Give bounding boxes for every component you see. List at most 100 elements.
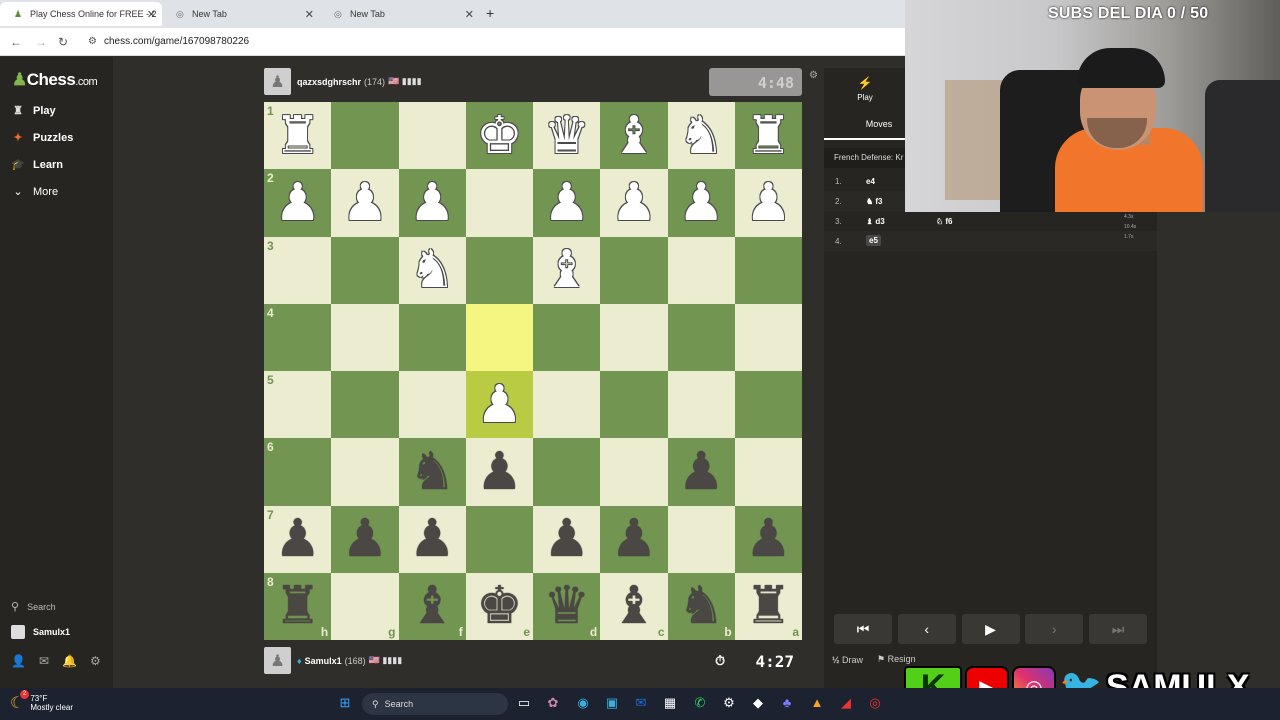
board-square[interactable]: ♝ <box>600 102 668 170</box>
board-square[interactable] <box>533 303 601 371</box>
copilot-icon[interactable]: ✿ <box>545 695 561 711</box>
black-bishop-piece[interactable]: ♝ <box>600 573 667 640</box>
last-move-button[interactable]: ⏭ <box>1089 614 1147 644</box>
board-square[interactable] <box>465 303 533 371</box>
avatar[interactable]: ♟ <box>264 647 291 674</box>
board-square[interactable]: ♟ <box>398 505 466 573</box>
board-square[interactable]: 2 ♟ <box>264 169 332 237</box>
board-square[interactable]: ♟ <box>465 438 533 506</box>
next-move-button[interactable]: › <box>1025 614 1084 644</box>
black-pawn-piece[interactable]: ♟ <box>264 506 331 573</box>
store-icon[interactable]: ▦ <box>662 695 678 711</box>
board-square[interactable]: 4 <box>264 303 332 371</box>
white-rook-piece[interactable]: ♜ <box>264 102 331 169</box>
white-rook-piece[interactable]: ♜ <box>735 102 802 169</box>
board-square[interactable]: ♞ <box>398 438 466 506</box>
black-knight-piece[interactable]: ♞ <box>399 438 466 505</box>
white-king-piece[interactable]: ♚ <box>466 102 533 169</box>
first-move-button[interactable]: ⏮ <box>834 614 892 644</box>
board-square[interactable] <box>734 371 802 439</box>
board-square[interactable]: 6 <box>264 438 332 506</box>
board-square[interactable]: c ♝ <box>600 572 668 640</box>
board-square[interactable] <box>667 303 735 371</box>
board-square[interactable] <box>667 236 735 304</box>
black-pawn-piece[interactable]: ♟ <box>399 506 466 573</box>
board-square[interactable]: ♟ <box>533 505 601 573</box>
back-icon[interactable]: ← <box>10 35 22 49</box>
board-square[interactable]: ♟ <box>533 169 601 237</box>
black-pawn-piece[interactable]: ♟ <box>735 506 802 573</box>
white-pawn-piece[interactable]: ♟ <box>668 169 735 236</box>
url-field[interactable]: chess.com/game/167098780226 <box>104 36 249 47</box>
board-square[interactable]: ♞ <box>398 236 466 304</box>
white-move[interactable]: ♞ f3 <box>866 197 883 206</box>
messages-icon[interactable]: ✉ <box>39 654 49 668</box>
draw-button[interactable]: ½ Draw <box>832 655 863 665</box>
chess-board[interactable]: 1 ♜ ♚ ♛ ♝ ♞ ♜ 2 ♟ ♟ ♟ ♟ ♟ ♟ ♟ 3 ♞ ♝ 4 5 ♟ 6 ♞ ♟ ♟ 7 ♟ ♟ ♟ ♟ ♟ ♟ 8 h ♜ g f ♝ e ♚… <box>264 102 802 640</box>
board-square[interactable] <box>600 303 668 371</box>
board-square[interactable]: ♟ <box>331 505 399 573</box>
board-square[interactable] <box>734 303 802 371</box>
browser-tab-new-1[interactable]: ◎ New Tab ✕ <box>162 2 320 26</box>
board-square[interactable] <box>465 236 533 304</box>
board-square[interactable] <box>398 102 466 170</box>
board-square[interactable] <box>331 371 399 439</box>
teams-icon[interactable]: ♣ <box>779 695 795 711</box>
white-move[interactable]: ♝ d3 <box>866 217 885 226</box>
board-square[interactable]: ♟ <box>600 505 668 573</box>
site-info-icon[interactable]: ⚙ <box>88 36 97 47</box>
black-knight-piece[interactable]: ♞ <box>668 573 735 640</box>
board-square[interactable]: ♟ <box>734 169 802 237</box>
whatsapp-icon[interactable]: ✆ <box>692 695 708 711</box>
board-square[interactable] <box>331 236 399 304</box>
board-square[interactable] <box>667 371 735 439</box>
game-icon[interactable]: ◆ <box>750 695 766 711</box>
board-settings-icon[interactable]: ⚙ <box>809 70 818 81</box>
board-square[interactable] <box>465 505 533 573</box>
white-move[interactable]: e4 <box>866 177 875 186</box>
white-pawn-piece[interactable]: ♟ <box>331 169 398 236</box>
resign-button[interactable]: ⚑ Resign <box>877 654 916 665</box>
monitor-icon[interactable]: ▣ <box>604 695 620 711</box>
white-pawn-piece[interactable]: ♟ <box>399 169 466 236</box>
board-square[interactable] <box>734 236 802 304</box>
board-square[interactable]: ♛ <box>533 102 601 170</box>
board-square[interactable]: ♟ <box>667 169 735 237</box>
windows-start-icon[interactable]: ⊞ <box>337 695 353 711</box>
black-rook-piece[interactable]: ♜ <box>264 573 331 640</box>
app-icon-2[interactable]: ◢ <box>838 695 854 711</box>
black-pawn-piece[interactable]: ♟ <box>466 438 533 505</box>
board-square[interactable]: 5 <box>264 371 332 439</box>
board-square[interactable]: ♟ <box>465 371 533 439</box>
white-pawn-piece[interactable]: ♟ <box>600 169 667 236</box>
close-icon[interactable]: ✕ <box>147 8 156 21</box>
player-name[interactable]: qazxsdghrschr <box>297 77 361 87</box>
black-pawn-piece[interactable]: ♟ <box>331 506 398 573</box>
board-square[interactable]: ♟ <box>734 505 802 573</box>
steam-icon[interactable]: ⚙ <box>721 695 737 711</box>
board-square[interactable]: ♟ <box>600 169 668 237</box>
bell-icon[interactable]: 🔔 <box>62 654 77 668</box>
player-name[interactable]: Samulx1 <box>305 656 342 666</box>
board-square[interactable]: ♟ <box>398 169 466 237</box>
task-view-icon[interactable]: ▭ <box>516 695 532 711</box>
close-icon[interactable]: ✕ <box>305 8 314 21</box>
board-square[interactable] <box>600 371 668 439</box>
board-square[interactable]: ♝ <box>533 236 601 304</box>
chess-logo[interactable]: ♟Chess.com <box>12 70 98 90</box>
board-square[interactable]: ♞ <box>667 102 735 170</box>
white-queen-piece[interactable]: ♛ <box>533 102 600 169</box>
tab-play[interactable]: ⚡ Play <box>824 68 906 108</box>
sidebar-user[interactable]: Samulx1 <box>11 625 70 639</box>
browser-tab-chess[interactable]: ♟ Play Chess Online for FREE - 2 ✕ <box>0 2 162 26</box>
board-square[interactable]: d ♛ <box>533 572 601 640</box>
play-moves-button[interactable]: ▶ <box>961 614 1020 644</box>
board-square[interactable]: 3 <box>264 236 332 304</box>
weather-widget[interactable]: ☾ 2 73°F Mostly clear <box>10 690 73 713</box>
outlook-icon[interactable]: ✉ <box>633 695 649 711</box>
board-square[interactable]: f ♝ <box>398 572 466 640</box>
black-pawn-piece[interactable]: ♟ <box>533 506 600 573</box>
prev-move-button[interactable]: ‹ <box>897 614 956 644</box>
board-square[interactable] <box>600 438 668 506</box>
friends-icon[interactable]: 👤 <box>11 654 26 668</box>
